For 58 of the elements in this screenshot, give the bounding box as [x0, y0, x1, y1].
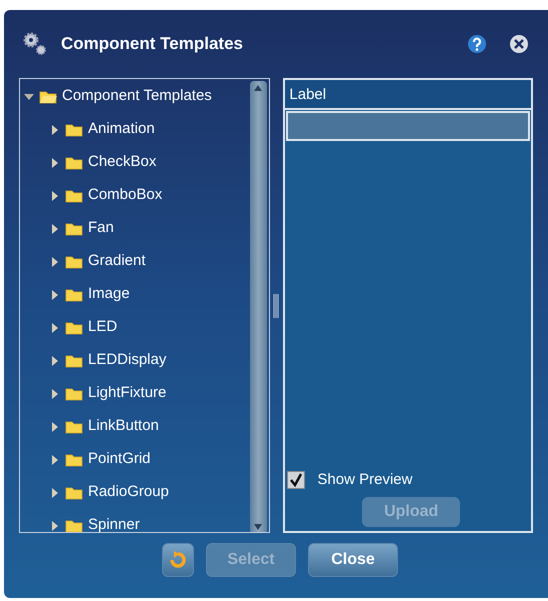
expand-arrow-icon[interactable]: [50, 488, 60, 498]
folder-icon: [65, 354, 83, 368]
tree-item[interactable]: Gradient: [88, 250, 146, 273]
expand-arrow-icon[interactable]: [50, 388, 60, 398]
checkmark-icon: [289, 472, 304, 487]
folder-icon: [65, 156, 83, 170]
collapse-arrow-icon[interactable]: [24, 92, 34, 102]
splitter-handle-icon[interactable]: [273, 294, 280, 318]
refresh-icon: [168, 550, 188, 570]
scroll-up-icon[interactable]: [254, 85, 262, 91]
expand-arrow-icon[interactable]: [50, 190, 60, 200]
tree-item[interactable]: PointGrid: [88, 448, 151, 471]
scroll-down-icon[interactable]: [254, 524, 262, 530]
refresh-button[interactable]: [162, 543, 194, 577]
expand-arrow-icon[interactable]: [50, 290, 60, 300]
close-icon[interactable]: [509, 34, 529, 54]
tree-item[interactable]: LinkButton: [88, 415, 159, 438]
folder-icon: [65, 452, 83, 466]
expand-arrow-icon[interactable]: [50, 422, 60, 432]
scrollbar[interactable]: [250, 81, 267, 532]
folder-icon: [65, 288, 83, 302]
expand-arrow-icon[interactable]: [50, 454, 60, 464]
tree-item[interactable]: LED: [88, 316, 118, 339]
folder-icon: [65, 122, 83, 136]
label-input-field[interactable]: [286, 111, 530, 141]
tree-item[interactable]: Spinner: [88, 514, 140, 532]
tree-item[interactable]: Fan: [88, 217, 114, 240]
folder-icon: [65, 486, 83, 500]
expand-arrow-icon[interactable]: [50, 158, 60, 168]
tree-item[interactable]: ComboBox: [88, 184, 162, 207]
folder-icon: [65, 386, 83, 400]
folder-icon: [65, 254, 83, 268]
help-icon[interactable]: [467, 34, 487, 54]
folder-icon: [65, 188, 83, 202]
dialog-button[interactable]: Close: [308, 543, 398, 577]
expand-arrow-icon[interactable]: [50, 224, 60, 234]
checkbox[interactable]: [287, 470, 306, 489]
tree-item[interactable]: LightFixture: [88, 382, 166, 405]
window-title: Component Templates: [61, 33, 244, 56]
tree-item[interactable]: Component Templates: [62, 85, 212, 108]
open-folder-icon: [39, 90, 57, 104]
property-label: Label: [289, 86, 326, 103]
expand-arrow-icon[interactable]: [50, 256, 60, 266]
folder-icon: [65, 320, 83, 334]
expand-arrow-icon[interactable]: [50, 322, 60, 332]
folder-icon: [65, 222, 83, 236]
tree-item[interactable]: RadioGroup: [88, 481, 169, 504]
expand-arrow-icon[interactable]: [50, 356, 60, 366]
tree-item[interactable]: Animation: [88, 118, 155, 141]
gears-icon: [23, 32, 47, 56]
tree-item[interactable]: CheckBox: [88, 151, 156, 174]
expand-arrow-icon[interactable]: [50, 124, 60, 134]
checkbox-label: Show Preview: [317, 470, 412, 490]
expand-arrow-icon[interactable]: [50, 520, 60, 530]
folder-icon: [65, 420, 83, 434]
folder-icon: [65, 518, 83, 532]
tree-item[interactable]: Image: [88, 283, 130, 306]
tree-item[interactable]: LEDDisplay: [88, 349, 166, 372]
